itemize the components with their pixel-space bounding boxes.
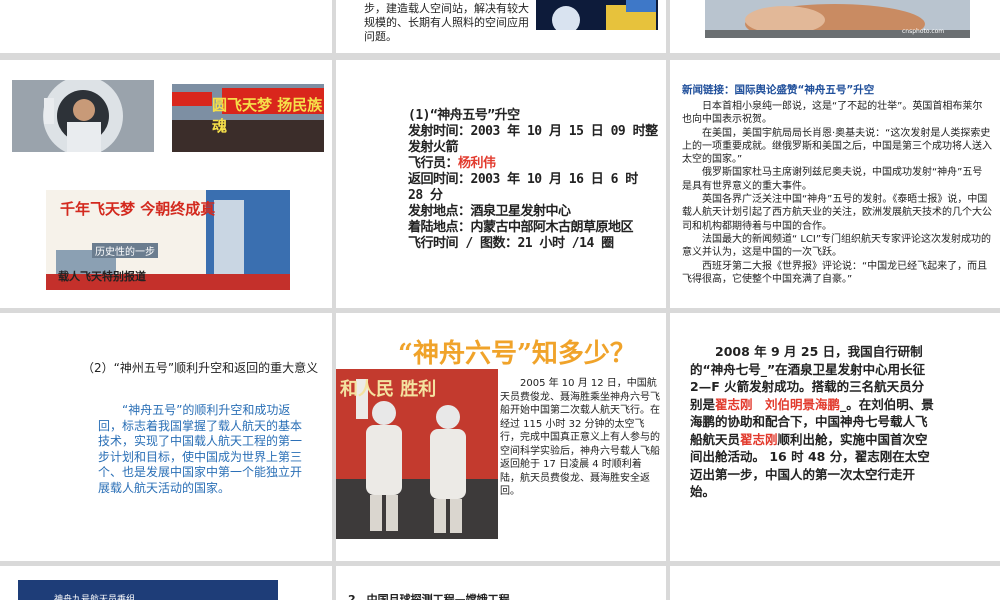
row-value: 酒泉卫星发射中心 <box>470 204 572 219</box>
news-heading: 新闻链接：国际舆论盛赞“神舟五号”升空 <box>682 84 875 96</box>
launch-row: 飞行时间 / 图数：21 小时 /14 圈 <box>408 236 658 252</box>
launch-facts: (1)“神舟五号”升空 发射时间：2003 年 10 月 15 日 09 时整发… <box>408 108 658 252</box>
news-body: 日本首相小泉纯一郎说，这是“了不起的壮举”。英国首相布莱尔也向中国表示祝贺。 在… <box>682 100 992 286</box>
slide-top-middle: 步，建造载人空间站，解决有较大 规模的、长期有人照料的空间应用 问题。 <box>336 0 666 53</box>
slide-shenzhou7: 2008 年 9 月 25 日，我国自行研制的“神舟七号_”在酒泉卫星发射中心用… <box>670 313 1000 561</box>
news-paragraph: 在美国，美国宇航局局长肖恩·奥基夫说：“这次发射是人类探索史上的一项重要成就。继… <box>682 127 992 166</box>
moon-program-title: 2、中国月球探测工程—嫦娥工程 <box>348 593 510 600</box>
shenzhou6-body: 2005 年 10 月 12 日，中国航天员费俊龙、聂海胜乘坐神舟六号飞船开始中… <box>500 378 660 497</box>
slide-bottom-middle: 2、中国月球探测工程—嫦娥工程 <box>336 566 666 600</box>
launch-row: 发射地点：酒泉卫星发射中心 <box>408 204 658 220</box>
news-paragraph: 法国最大的新闻频道“ LCI”专门组织航天专家评论这次发射成功的意义并认为，这是… <box>682 233 992 259</box>
news-paragraph: 俄罗斯国家杜马主席谢列兹尼奥夫说，中国成功发射“神舟”五号是具有世界意义的重大事… <box>682 167 983 192</box>
row-label: 发射地点： <box>408 204 471 219</box>
slide-shenzhou5-launch: (1)“神舟五号”升空 发射时间：2003 年 10 月 15 日 09 时整发… <box>336 60 666 308</box>
launch-row: 着陆地点：内蒙古中部阿木古朗草原地区 <box>408 220 658 236</box>
news-paragraph: 英国各界广泛关注中国“神舟”五号的发射。《泰晤士报》说，中国载人航天计划引起了西… <box>682 194 992 232</box>
slide-significance: （2）“神州五号”顺利升空和返回的重大意义 “神舟五号”的顺利升空和成功返回，标… <box>0 313 332 561</box>
row-value: 21 小时 /14 圈 <box>517 236 614 251</box>
shenzhou7-astronauts: 翟志刚 刘伯明景海鹏 <box>715 396 841 412</box>
slide-bottom-left: 神舟九号航天员乘组 <box>0 566 332 600</box>
significance-body: “神舟五号”的顺利升空和成功返回，标志着我国掌握了载人航天的基本技术，实现了中国… <box>98 403 303 495</box>
newspaper-foot: 载人飞天特别报道 <box>58 270 146 283</box>
launch-row: 发射时间：2003 年 10 月 15 日 09 时整发射火箭 <box>408 124 658 156</box>
shenzhou6-title: “神舟六号”知多少？ <box>398 339 636 369</box>
pilot-name: 杨利伟 <box>458 156 496 171</box>
top-text-line: 步，建造载人空间站，解决有较大 <box>364 2 529 15</box>
row-label: 返回时间： <box>408 172 471 187</box>
row-label: 发射时间： <box>408 124 471 139</box>
row-label: 飞行时间 / 图数： <box>408 236 518 251</box>
row-label: 飞行员： <box>408 156 459 171</box>
newspaper-headline: 千年飞天梦 今朝终成真 <box>60 200 216 218</box>
slide-photos: 圆飞天梦 扬民族魂 千年飞天梦 今朝终成真 历史性的一步 载人飞天特别报道 <box>0 60 332 308</box>
shenzhou9-label: 神舟九号航天员乘组 <box>54 595 136 600</box>
slide-shenzhou6: “神舟六号”知多少？ 和人民 胜利 2005 年 10 月 12 日，中国航天员… <box>336 313 666 561</box>
launch-row: 飞行员：杨利伟 <box>408 156 658 172</box>
shenzhou6-banner-text: 和人民 胜利 <box>340 379 437 400</box>
row-value: 内蒙古中部阿木古朗草原地区 <box>470 220 634 235</box>
row-label: 着陆地点： <box>408 220 471 235</box>
shenzhou7-spacewalker: 翟志刚 <box>740 431 778 447</box>
astronaut-photo <box>12 80 154 152</box>
shenzhou9-box: 神舟九号航天员乘组 <box>18 580 278 600</box>
significance-title: （2）“神州五号”顺利升空和返回的重大意义 <box>82 361 319 375</box>
slide-top-left <box>0 0 332 53</box>
newspaper-sub: 历史性的一步 <box>92 243 158 258</box>
space-photo <box>536 0 658 30</box>
banner-text: 圆飞天梦 扬民族魂 <box>212 96 323 135</box>
slide-news: 新闻链接：国际舆论盛赞“神舟五号”升空 日本首相小泉纯一郎说，这是“了不起的壮举… <box>670 60 1000 308</box>
top-text-line: 规模的、长期有人照料的空间应用 <box>364 16 529 29</box>
slide-bottom-right <box>670 566 1000 600</box>
news-paragraph: 西班牙第二大报《世界报》评论说：“中国龙已经飞起来了，而且飞得很高，它使整个中国… <box>682 260 988 285</box>
slide-top-right: cnsphoto.com <box>670 0 1000 53</box>
top-text-line: 问题。 <box>364 30 397 43</box>
shenzhou7-body: 2008 年 9 月 25 日，我国自行研制的“神舟七号_”在酒泉卫星发射中心用… <box>690 343 935 501</box>
news-paragraph: 日本首相小泉纯一郎说，这是“了不起的壮举”。英国首相布莱尔也向中国表示祝贺。 <box>682 101 983 126</box>
launch-heading: (1)“神舟五号”升空 <box>408 108 520 123</box>
launch-row: 返回时间：2003 年 10 月 16 日 6 时 28 分 <box>408 172 658 204</box>
top-text: 步，建造载人空间站，解决有较大 规模的、长期有人照料的空间应用 问题。 <box>364 2 564 44</box>
photo-watermark: cnsphoto.com <box>902 28 945 35</box>
